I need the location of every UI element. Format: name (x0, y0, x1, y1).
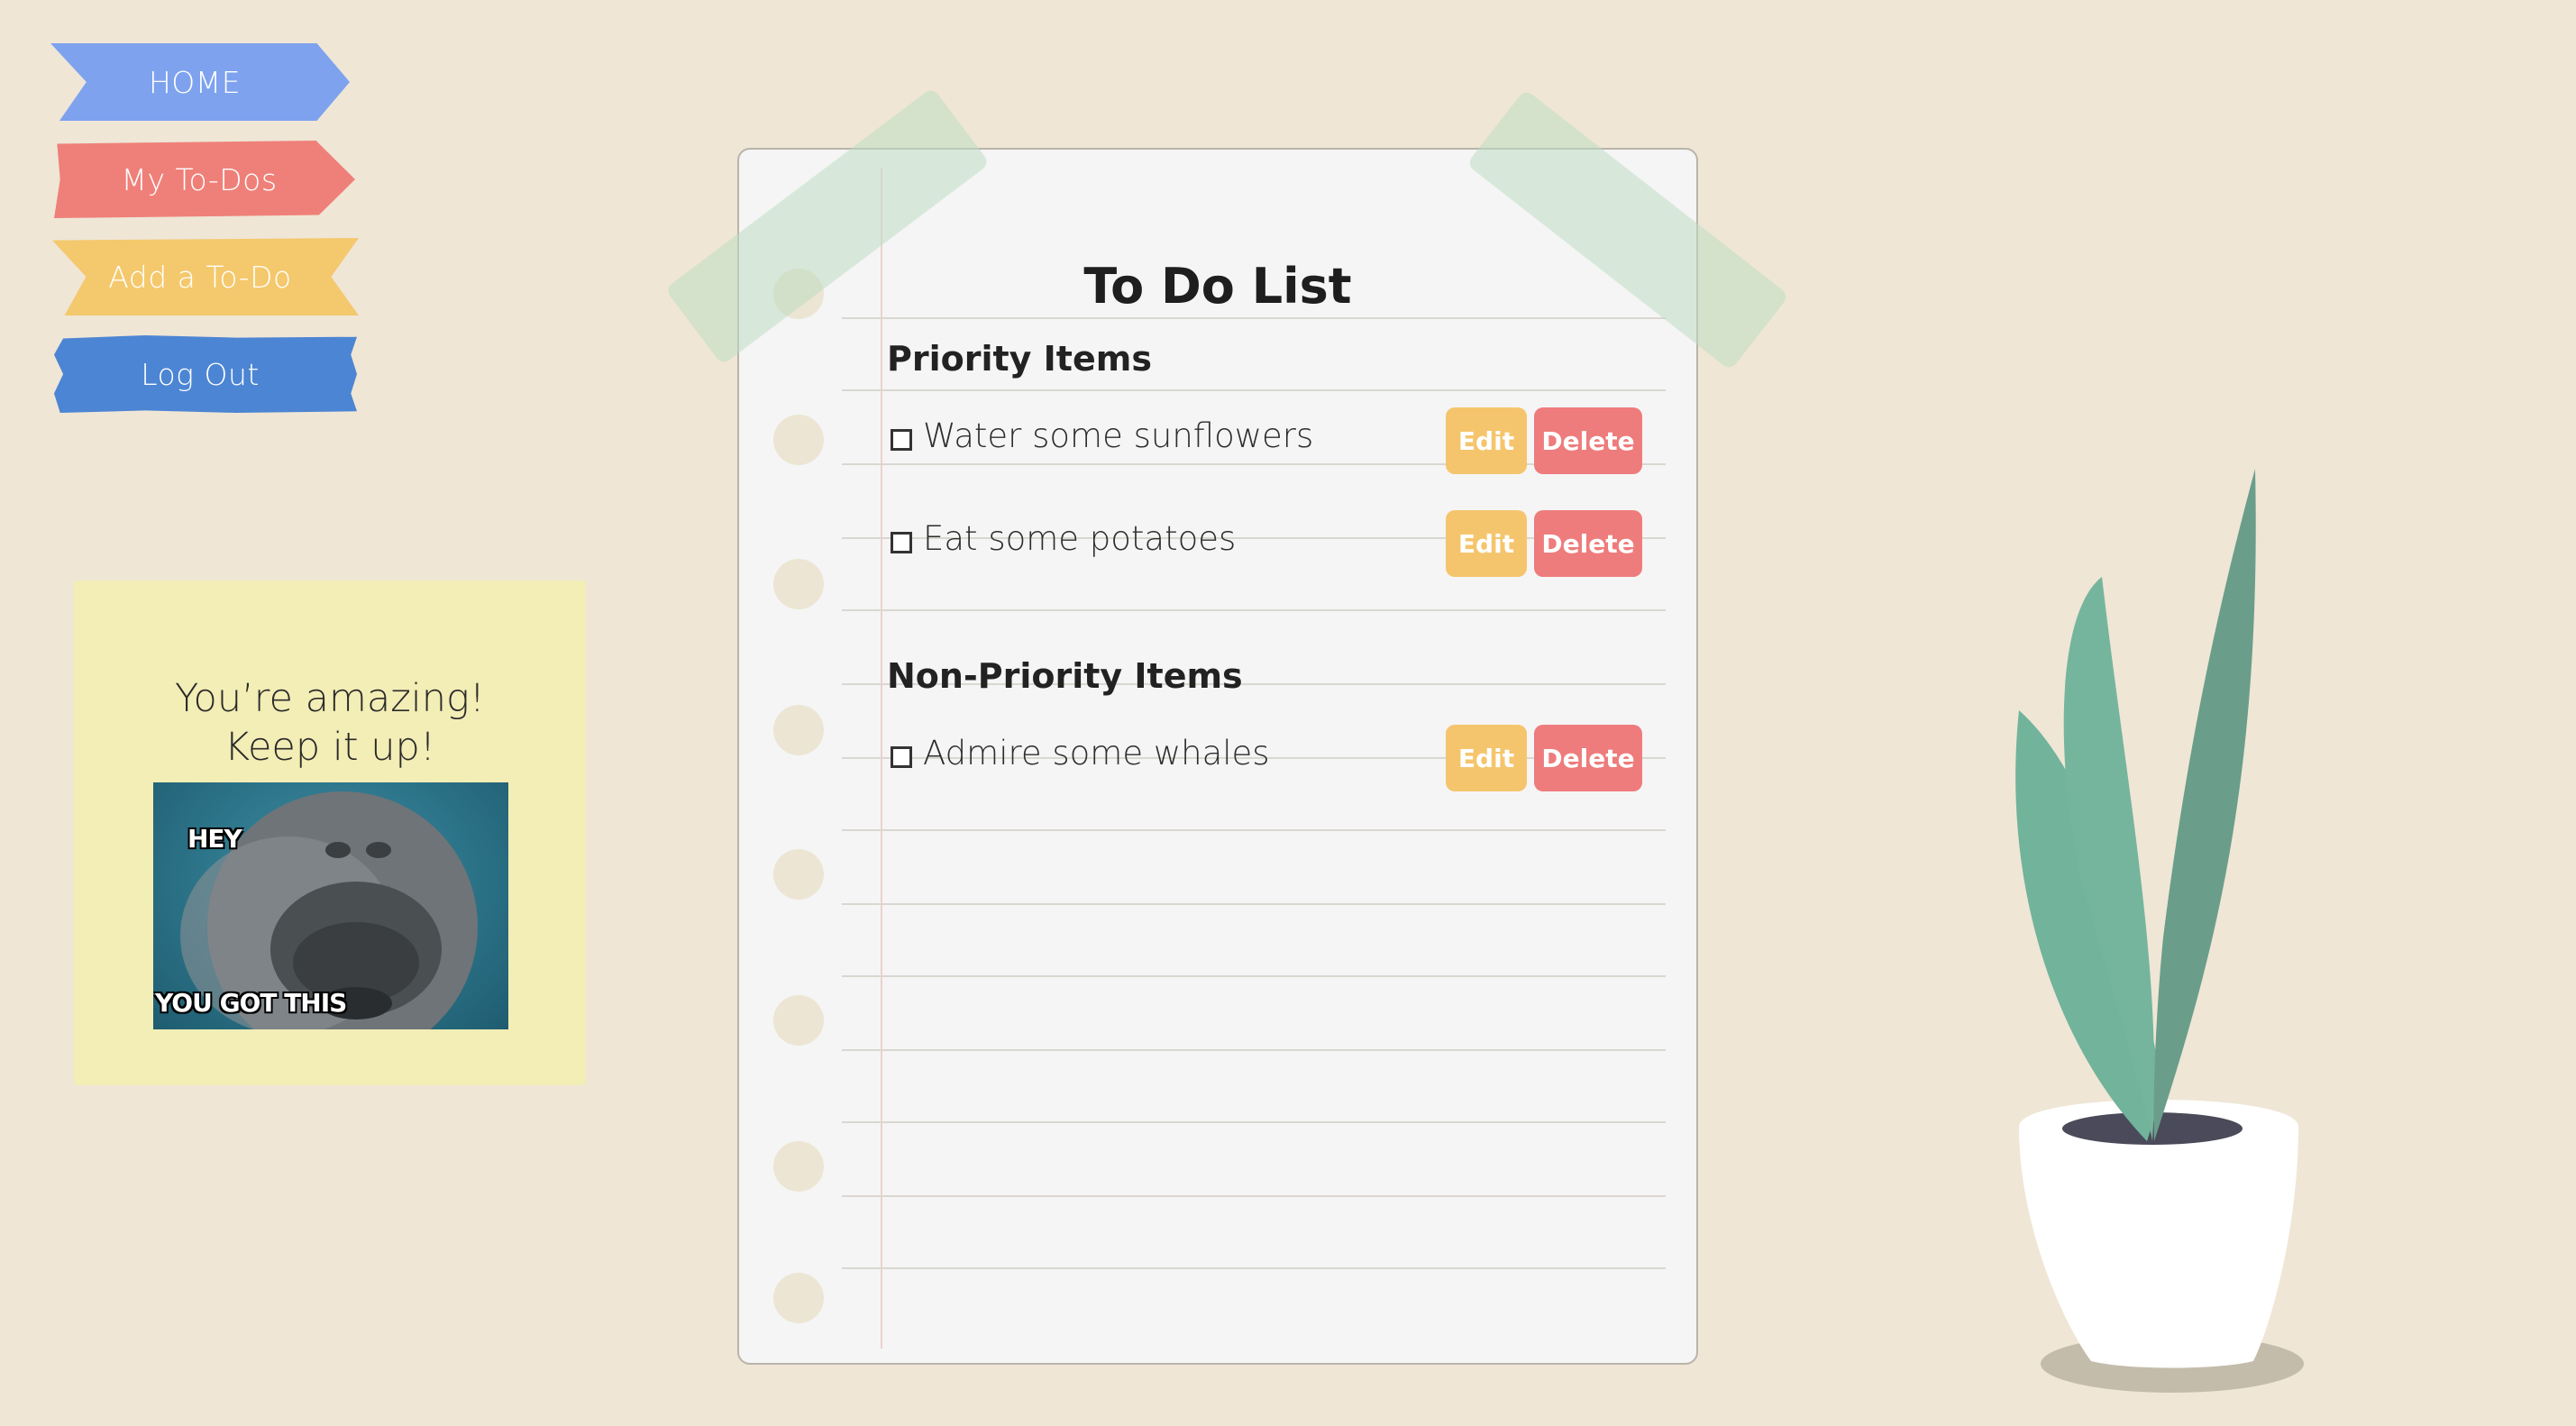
edit-button[interactable]: Edit (1446, 510, 1527, 577)
nav-home-link[interactable]: HOME (50, 43, 350, 121)
potted-plant-illustration (2015, 469, 2304, 1393)
meme-top-caption: HEY (187, 824, 242, 854)
todo-item-non-priority: Admire some whales Edit Delete (887, 725, 1644, 791)
manatee-meme-image: HEY YOU GOT THIS (153, 782, 508, 1029)
paper-rule (842, 903, 1666, 905)
encouragement-sticky-note: You’re amazing! Keep it up! HEY YOU GOT … (74, 580, 586, 1085)
priority-section-heading: Priority Items (887, 339, 1152, 379)
todo-checkbox[interactable] (891, 746, 912, 768)
nav-my-todos-label: My To-Dos (121, 161, 278, 197)
meme-bottom-caption: YOU GOT THIS (155, 988, 347, 1018)
nav-add-todo-link[interactable]: Add a To-Do (52, 238, 359, 315)
binder-hole (773, 995, 824, 1046)
encouragement-text: You’re amazing! Keep it up! (74, 674, 586, 772)
todo-notebook-paper: To Do List Priority Items Water some sun… (737, 148, 1698, 1365)
binder-hole (773, 705, 824, 755)
paper-rule (842, 975, 1666, 977)
binder-hole (773, 1141, 824, 1192)
binder-hole (773, 1273, 824, 1323)
delete-button[interactable]: Delete (1534, 725, 1642, 791)
paper-rule (842, 389, 1666, 391)
paper-rule (842, 1267, 1666, 1269)
todo-item-text: Admire some whales (923, 734, 1270, 772)
todo-checkbox[interactable] (891, 532, 912, 553)
binder-hole (773, 849, 824, 900)
nav-log-out-link[interactable]: Log Out (54, 335, 357, 413)
edit-button[interactable]: Edit (1446, 407, 1527, 474)
encouragement-line-2: Keep it up! (224, 725, 436, 770)
delete-button[interactable]: Delete (1534, 510, 1642, 577)
nav-log-out-label: Log Out (141, 356, 260, 392)
binder-hole (773, 559, 824, 609)
nav-add-todo-label: Add a To-Do (108, 259, 292, 295)
todo-checkbox[interactable] (891, 429, 912, 451)
plant-leaf (2153, 469, 2256, 1141)
paper-rule (842, 317, 1666, 319)
paper-rule (842, 1195, 1666, 1197)
todo-item-text: Eat some potatoes (923, 519, 1237, 558)
page-title: To Do List (1083, 258, 1352, 315)
todo-item-priority: Eat some potatoes Edit Delete (887, 510, 1644, 577)
todo-item-priority: Water some sunflowers Edit Delete (887, 407, 1644, 474)
binder-hole (773, 415, 824, 465)
delete-button[interactable]: Delete (1534, 407, 1642, 474)
paper-rule (842, 609, 1666, 611)
todo-item-text: Water some sunflowers (923, 416, 1314, 455)
paper-rule (842, 829, 1666, 831)
paper-rule (842, 1121, 1666, 1123)
non-priority-section-heading: Non-Priority Items (887, 656, 1243, 696)
edit-button[interactable]: Edit (1446, 725, 1527, 791)
nav-home-label: HOME (148, 64, 242, 100)
nav-my-todos-link[interactable]: My To-Dos (54, 141, 355, 218)
encouragement-line-1: You’re amazing! (174, 676, 486, 721)
paper-rule (842, 1049, 1666, 1051)
